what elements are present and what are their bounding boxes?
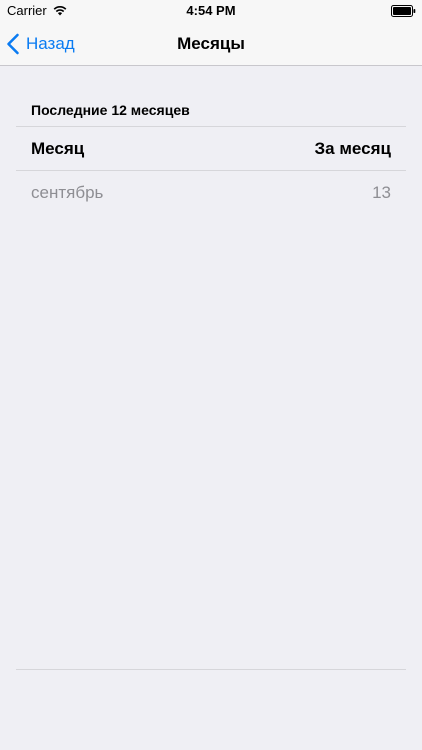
table-header: Месяц За месяц — [16, 127, 406, 170]
divider — [16, 669, 406, 670]
battery-icon — [391, 5, 416, 17]
status-time: 4:54 PM — [186, 3, 236, 18]
table-row: сентябрь 13 — [16, 171, 406, 215]
status-bar: Carrier 4:54 PM — [0, 0, 422, 22]
navigation-bar: Назад Месяцы — [0, 22, 422, 66]
row-month: сентябрь — [31, 183, 104, 202]
page-title: Месяцы — [177, 34, 245, 53]
column-header-month: Месяц — [31, 139, 85, 158]
section-header: Последние 12 месяцев — [31, 102, 190, 118]
row-value: 13 — [372, 183, 391, 202]
column-header-per-month: За месяц — [314, 139, 391, 158]
